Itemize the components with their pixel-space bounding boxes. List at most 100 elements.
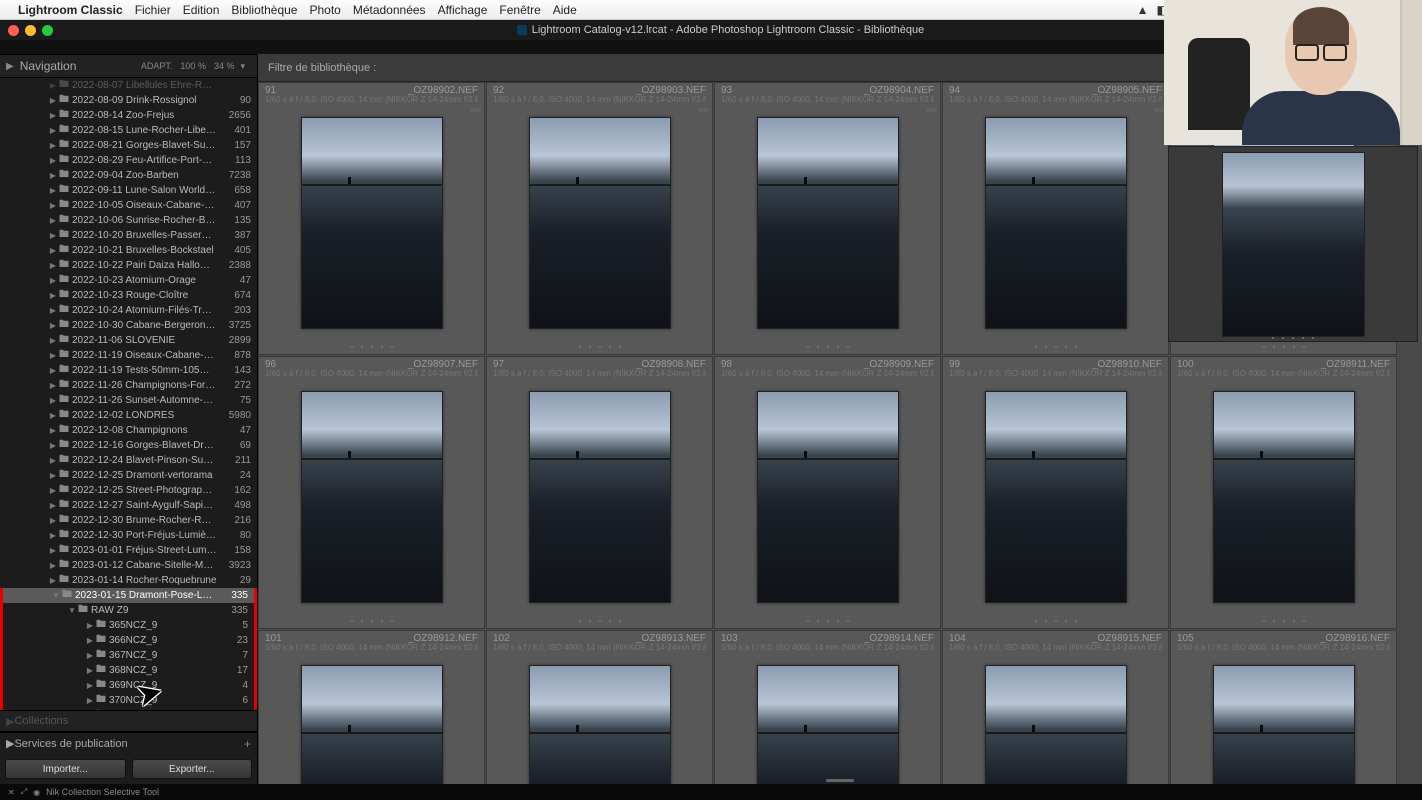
thumbnail-cell[interactable]: 97_OZ98908.NEF1/60 s à f / 8,0, ISO 4000…	[486, 356, 713, 629]
rating-dots[interactable]	[487, 614, 712, 628]
folder-row[interactable]: ▶🖿2022-12-25 Dramont-vertorama24	[0, 468, 257, 483]
folder-row[interactable]: ▶🖿2022-10-23 Atomium-Orage47	[0, 273, 257, 288]
thumbnail-cell[interactable]: 99_OZ98910.NEF1/60 s à f / 8,0, ISO 4000…	[942, 356, 1169, 629]
disclosure-icon[interactable]: ▶	[48, 171, 58, 180]
thumbnail-cell[interactable]: 105_OZ98916.NEF1/60 s à f / 8,0, ISO 400…	[1170, 630, 1397, 784]
minimize-window-button[interactable]	[25, 25, 36, 36]
menu-fichier[interactable]: Fichier	[135, 3, 171, 17]
disclosure-icon[interactable]: ▶	[48, 216, 58, 225]
menu-aide[interactable]: Aide	[553, 3, 577, 17]
folder-row[interactable]: ▶🖿2022-12-30 Port-Fréjus-Lumières80	[0, 528, 257, 543]
disclosure-icon[interactable]: ▶	[48, 501, 58, 510]
folder-row[interactable]: ▶🖿2022-11-26 Sunset-Automne-Ro...75	[0, 393, 257, 408]
disclosure-icon[interactable]: ▶	[48, 96, 58, 105]
disclosure-icon[interactable]: ▶	[85, 666, 95, 675]
folder-row[interactable]: ▶🖿2022-08-09 Drink-Rossignol90	[0, 93, 257, 108]
folder-row[interactable]: ▶🖿2022-09-11 Lune-Salon World O...658	[0, 183, 257, 198]
folder-row[interactable]: ▶🖿2022-10-22 Pairi Daiza Halloween2388	[0, 258, 257, 273]
disclosure-icon[interactable]: ▶	[48, 366, 58, 375]
disclosure-icon[interactable]: ▶	[48, 336, 58, 345]
folder-row[interactable]: ▶🖿2022-08-21 Gorges-Blavet-Sunrise157	[0, 138, 257, 153]
disclosure-icon[interactable]: ▶	[48, 186, 58, 195]
subfolder-row[interactable]: ▶🖿365NCZ_95	[3, 618, 254, 633]
rating-dots[interactable]	[943, 340, 1168, 354]
disclosure-icon[interactable]: ▶	[48, 441, 58, 450]
folder-row[interactable]: ▶🖿2022-12-25 Street-Photography-...162	[0, 483, 257, 498]
navigator-preview-cell[interactable]	[1168, 146, 1418, 342]
disclosure-icon[interactable]: ▶	[48, 291, 58, 300]
status-icon[interactable]: ▲	[1137, 3, 1149, 17]
disclosure-icon[interactable]: ▶	[48, 321, 58, 330]
folder-row[interactable]: ▶🖿2022-09-04 Zoo-Barben7238	[0, 168, 257, 183]
disclosure-icon[interactable]: ▶	[48, 561, 58, 570]
thumbnail-cell[interactable]: 91_OZ98902.NEF1/60 s à f / 8,0, ISO 4000…	[258, 82, 485, 355]
menu-photo[interactable]: Photo	[309, 3, 340, 17]
disclosure-icon[interactable]: ▼	[67, 606, 77, 615]
folder-row[interactable]: ▶🖿2022-10-05 Oiseaux-Cabane-He...407	[0, 198, 257, 213]
disclosure-icon[interactable]: ▶	[85, 651, 95, 660]
disclosure-icon[interactable]: ▶	[48, 426, 58, 435]
status-close-icon[interactable]: ✕	[8, 788, 15, 797]
rating-dots[interactable]	[259, 614, 484, 628]
thumbnail-cell[interactable]: 101_OZ98912.NEF1/60 s à f / 8,0, ISO 400…	[258, 630, 485, 784]
folder-row[interactable]: ▶🖿2022-12-02 LONDRES5980	[0, 408, 257, 423]
folder-row[interactable]: ▶🖿2022-11-19 Tests-50mm-105mm-...143	[0, 363, 257, 378]
disclosure-icon[interactable]: ▶	[85, 696, 95, 705]
subfolder-row[interactable]: ▶🖿366NCZ_923	[3, 633, 254, 648]
folder-row[interactable]: ▶🖿2022-10-24 Atomium-Filés-Tram...203	[0, 303, 257, 318]
disclosure-icon[interactable]: ▶	[48, 246, 58, 255]
rating-dots[interactable]	[1171, 340, 1396, 354]
zoom-100[interactable]: 100 %	[180, 61, 206, 71]
rating-dots[interactable]	[1171, 614, 1396, 628]
zoom-menu-icon[interactable]: ▾	[240, 61, 245, 72]
thumbnail-cell[interactable]: 104_OZ98915.NEF1/60 s à f / 8,0, ISO 400…	[942, 630, 1169, 784]
subfolder-row[interactable]: ▼🖿RAW Z9335	[3, 603, 254, 618]
folder-row[interactable]: ▶🖿2022-11-06 SLOVENIE2899	[0, 333, 257, 348]
rating-dots[interactable]	[715, 614, 940, 628]
disclosure-icon[interactable]: ▶	[85, 621, 95, 630]
disclosure-icon[interactable]: ▶	[85, 681, 95, 690]
disclosure-icon[interactable]: ▶	[48, 381, 58, 390]
thumbnail-cell[interactable]: 93_OZ98904.NEF1/60 s à f / 8,0, ISO 4000…	[714, 82, 941, 355]
folder-row[interactable]: ▶🖿2022-10-20 Bruxelles-Passerelle...387	[0, 228, 257, 243]
menu-fenetre[interactable]: Fenêtre	[499, 3, 540, 17]
disclosure-icon[interactable]: ▶	[48, 276, 58, 285]
folder-row[interactable]: ▶🖿2023-01-14 Rocher-Roquebrune29	[0, 573, 257, 588]
disclosure-icon[interactable]: ▶	[48, 516, 58, 525]
disclosure-icon[interactable]: ▶	[48, 141, 58, 150]
disclosure-icon[interactable]: ▶	[48, 126, 58, 135]
add-service-icon[interactable]: +	[244, 737, 251, 751]
folder-row-selected[interactable]: ▼🖿2023-01-15 Dramont-Pose-Long...335	[3, 588, 254, 603]
folder-row[interactable]: ▶🖿2022-12-27 Saint-Aygulf-Sapin-...498	[0, 498, 257, 513]
publish-services-header[interactable]: ▶ Services de publication +	[0, 732, 257, 754]
disclosure-icon[interactable]: ▶	[48, 111, 58, 120]
import-button[interactable]: Importer...	[5, 759, 126, 779]
folder-row[interactable]: ▶🖿2022-11-19 Oiseaux-Cabane-Cha...878	[0, 348, 257, 363]
thumbnail-cell[interactable]: 96_OZ98907.NEF1/60 s à f / 8,0, ISO 4000…	[258, 356, 485, 629]
disclosure-icon[interactable]: ▶	[48, 396, 58, 405]
subfolder-row[interactable]: ▶🖿369NCZ_94	[3, 678, 254, 693]
disclosure-icon[interactable]: ▶	[48, 156, 58, 165]
panel-resize-handle[interactable]	[826, 779, 854, 782]
thumbnail-cell[interactable]: 92_OZ98903.NEF1/60 s à f / 8,0, ISO 4000…	[486, 82, 713, 355]
folder-row[interactable]: ▶🖿2023-01-12 Cabane-Sitelle-Mésa...3923	[0, 558, 257, 573]
folder-row[interactable]: ▶🖿2022-10-21 Bruxelles-Bockstael405	[0, 243, 257, 258]
disclosure-icon[interactable]: ▶	[48, 471, 58, 480]
folder-row[interactable]: ▶🖿2022-12-24 Blavet-Pinson-Sunris...211	[0, 453, 257, 468]
disclosure-icon[interactable]: ▶	[48, 456, 58, 465]
disclosure-icon[interactable]: ▶	[48, 201, 58, 210]
thumbnail-cell[interactable]: 103_OZ98914.NEF1/60 s à f / 8,0, ISO 400…	[714, 630, 941, 784]
app-name[interactable]: Lightroom Classic	[18, 3, 123, 17]
zoom-custom[interactable]: 34 %	[214, 61, 235, 71]
disclosure-icon[interactable]: ▼	[51, 591, 61, 600]
thumbnail-cell[interactable]: 102_OZ98913.NEF1/60 s à f / 8,0, ISO 400…	[486, 630, 713, 784]
disclosure-icon[interactable]: ▶	[48, 411, 58, 420]
menu-metadonnees[interactable]: Métadonnées	[353, 3, 426, 17]
rating-dots[interactable]	[487, 340, 712, 354]
folder-row[interactable]: ▶🖿2022-08-29 Feu-Artifice-Port-Fr...113	[0, 153, 257, 168]
rating-dots[interactable]	[259, 340, 484, 354]
thumbnail-cell[interactable]: 100_OZ98911.NEF1/60 s à f / 8,0, ISO 400…	[1170, 356, 1397, 629]
disclosure-icon[interactable]: ▶	[48, 231, 58, 240]
disclosure-icon[interactable]: ▶	[48, 546, 58, 555]
thumbnail-cell[interactable]: 98_OZ98909.NEF1/60 s à f / 8,0, ISO 4000…	[714, 356, 941, 629]
